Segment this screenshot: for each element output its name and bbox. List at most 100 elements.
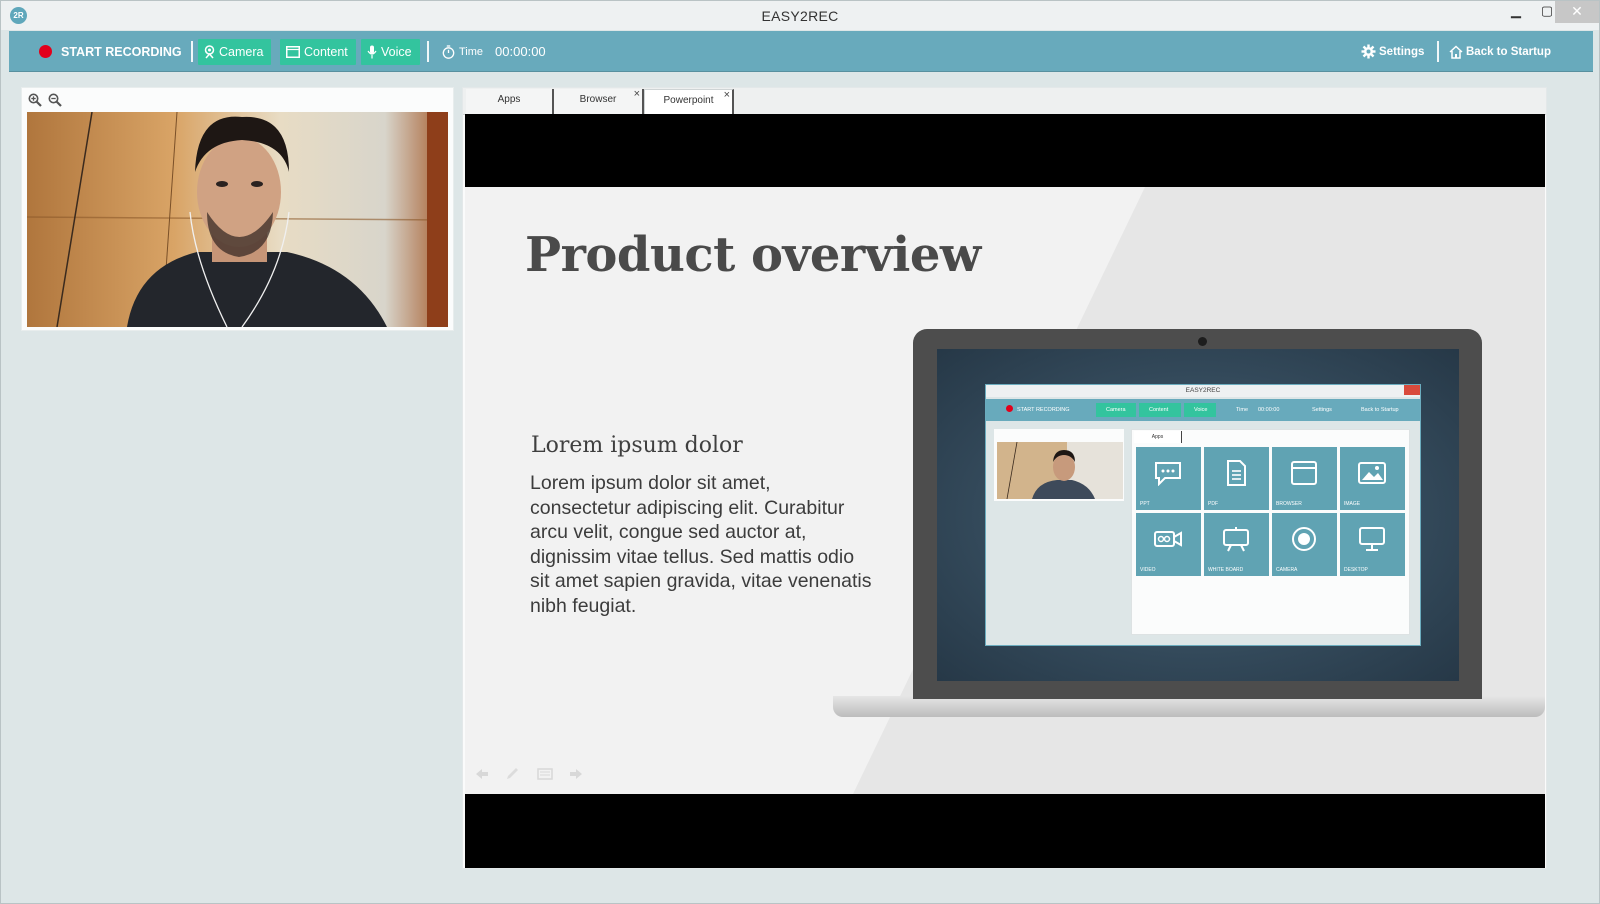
slide: Product overview Lorem ipsum dolor Lorem… [465,187,1545,794]
back-to-startup-button[interactable]: Back to Startup [1449,31,1551,72]
start-recording-button[interactable]: START RECORDING [39,31,182,72]
mockup-time-value: 00:00:00 [1258,407,1280,413]
laptop-screen: EASY2REC START RECORDING Camera Content [937,349,1459,681]
mockup-tile-label: PPT [1140,501,1150,507]
settings-button[interactable]: Settings [1361,31,1424,72]
mockup-record-label: START RECORDING [1017,407,1070,413]
content-window-icon [286,46,300,58]
monitor-icon [1359,527,1385,551]
mockup-app-window: EASY2REC START RECORDING Camera Content [985,384,1421,646]
mockup-tile-label: BROWSER [1276,501,1302,507]
presentation-viewer: Product overview Lorem ipsum dolor Lorem… [465,114,1545,868]
minimize-button[interactable]: ▁ [1501,1,1531,23]
mockup-back-label: Back to Startup [1361,407,1399,413]
laptop-base [833,696,1545,717]
mockup-close-icon [1404,385,1420,395]
pen-icon[interactable] [505,767,519,781]
zoom-in-icon[interactable] [28,93,42,107]
close-tab-icon[interactable]: × [634,83,640,105]
tab-powerpoint-label: Powerpoint [663,95,714,106]
webcam-feed [27,112,448,327]
webcam-panel [21,87,454,331]
mockup-tile-label: DESKTOP [1344,567,1368,573]
mockup-tile-ppt: PPT [1136,447,1201,510]
tab-powerpoint[interactable]: Powerpoint × [644,89,734,116]
mockup-tile-desktop: DESKTOP [1340,513,1405,576]
slide-body-text: Lorem ipsum dolor sit amet, consectetur … [530,472,872,617]
content-tabs: Apps Browser × Powerpoint × [463,88,1546,116]
toolbar-divider [427,41,429,62]
mockup-tile-camera: CAMERA [1272,513,1337,576]
image-icon [1358,462,1386,484]
mockup-webcam-feed [997,442,1123,499]
mockup-content-label: Content [1149,407,1169,413]
slide-navigation [475,765,595,783]
mockup-tile-label: VIDEO [1140,567,1156,573]
time-value: 00:00:00 [495,44,546,59]
mockup-tile-label: CAMERA [1276,567,1298,573]
mockup-tile-whiteboard: WHITE BOARD [1204,513,1269,576]
back-to-startup-label: Back to Startup [1466,45,1551,58]
mockup-tile-label: IMAGE [1344,501,1361,507]
tab-browser[interactable]: Browser × [554,88,644,115]
voice-label: Voice [381,45,412,59]
camera-icon [204,45,215,59]
close-button[interactable]: ✕ [1555,1,1599,23]
settings-label: Settings [1379,45,1425,58]
laptop-illustration: EASY2REC START RECORDING Camera Content [913,329,1482,699]
tab-apps-label: Apps [497,94,521,105]
tab-apps[interactable]: Apps [466,89,554,115]
tab-browser-label: Browser [579,94,617,105]
gear-icon [1361,44,1376,59]
mockup-tile-video: VIDEO [1136,513,1201,576]
mockup-record-dot [1006,405,1013,412]
mockup-tile-image: IMAGE [1340,447,1405,510]
main-toolbar: START RECORDING Camera Content Voice Tim… [9,31,1593,72]
mockup-settings-label: Settings [1312,407,1332,413]
slide-title: Product overview [525,227,981,283]
content-toggle[interactable]: Content [280,39,356,65]
mockup-webcam-panel [994,429,1124,501]
video-camera-icon [1154,531,1182,547]
slide-subtitle: Lorem ipsum dolor [531,433,743,458]
camera-label: Camera [219,45,264,59]
voice-toggle[interactable]: Voice [361,39,420,65]
mockup-time-label: Time [1236,407,1249,413]
timer-display: Time 00:00:00 [442,31,546,72]
toolbar-divider [191,41,193,62]
previous-slide-icon[interactable] [475,768,489,780]
mockup-tile-label: WHITE BOARD [1208,567,1244,573]
microphone-icon [367,45,377,59]
window-title: EASY2REC [761,8,839,24]
stopwatch-icon [442,44,455,59]
record-dot-icon [39,45,52,58]
mockup-camera-label: Camera [1106,407,1126,413]
browser-window-icon [1291,461,1317,485]
close-tab-icon[interactable]: × [724,84,730,106]
time-label: Time [459,45,484,58]
speech-bubble-icon [1155,462,1181,486]
start-recording-label: START RECORDING [61,44,182,59]
title-bar: 2R EASY2REC ▁ ▢ ✕ [1,1,1599,30]
content-panel: Apps Browser × Powerpoint × Product over… [462,87,1547,869]
slide-menu-icon[interactable] [537,768,553,780]
content-label: Content [304,45,348,59]
mockup-tab-apps: Apps [1134,431,1182,443]
mockup-tile-browser: BROWSER [1272,447,1337,510]
zoom-out-icon[interactable] [48,93,62,107]
mockup-voice-label: Voice [1194,407,1208,413]
next-slide-icon[interactable] [569,768,583,780]
mockup-tile-pdf: PDF [1204,447,1269,510]
laptop-camera-dot [1198,337,1207,346]
app-window: 2R EASY2REC ▁ ▢ ✕ START RECORDING Camera… [0,0,1600,904]
toolbar-divider [1437,41,1439,62]
camera-toggle[interactable]: Camera [198,39,272,65]
whiteboard-icon [1223,527,1249,552]
mockup-app-tiles: PPT PDF BROWSER IMAGE VIDEO WHITE BOARD … [1136,447,1406,577]
mockup-title: EASY2REC [986,385,1420,397]
mockup-apps-panel: Apps PPT PDF BROWSER IMAGE VIDEO WHITE B… [1131,429,1410,635]
mockup-toolbar: START RECORDING Camera Content Voice Tim… [986,399,1420,421]
home-icon [1449,44,1463,59]
mockup-tile-label: PDF [1208,501,1218,507]
document-icon [1227,460,1246,486]
